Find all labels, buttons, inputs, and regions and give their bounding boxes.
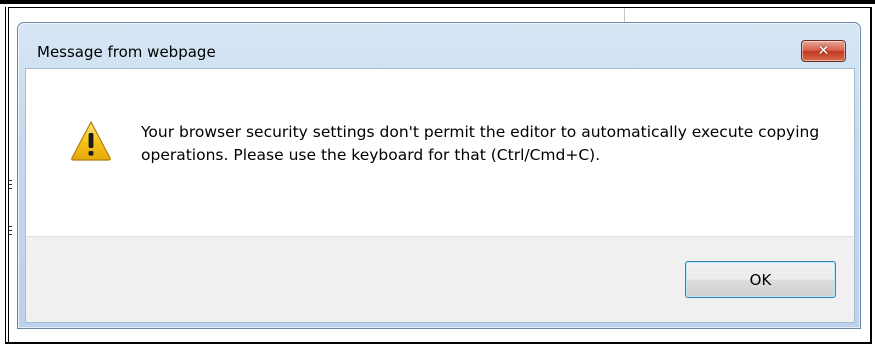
page-border-bottom (5, 342, 872, 344)
dialog-content: Your browser security settings don't per… (25, 68, 855, 237)
page-tick (9, 180, 12, 181)
page-tick (9, 230, 12, 231)
warning-icon (71, 121, 111, 161)
ok-button[interactable]: OK (685, 261, 836, 298)
close-icon: ✕ (817, 43, 830, 59)
page-border-left (5, 7, 6, 344)
page-border-top (0, 0, 875, 4)
dialog-title: Message from webpage (37, 43, 216, 61)
dialog-message: Your browser security settings don't per… (141, 123, 820, 164)
page-tick (9, 234, 12, 235)
screen: Message from webpage ✕ Your browser secu… (0, 0, 875, 346)
page-border-left-inner (8, 7, 9, 344)
close-button[interactable]: ✕ (801, 40, 846, 62)
page-tick (9, 188, 12, 189)
page-border-inner-top (8, 7, 871, 8)
dialog-footer: OK (25, 236, 855, 323)
page-divider (624, 8, 625, 22)
page-tick (9, 184, 12, 185)
page-border-right (870, 7, 872, 344)
dialog-titlebar[interactable]: Message from webpage ✕ (18, 23, 860, 67)
page-tick (9, 226, 12, 227)
message-dialog: Message from webpage ✕ Your browser secu… (17, 22, 861, 329)
